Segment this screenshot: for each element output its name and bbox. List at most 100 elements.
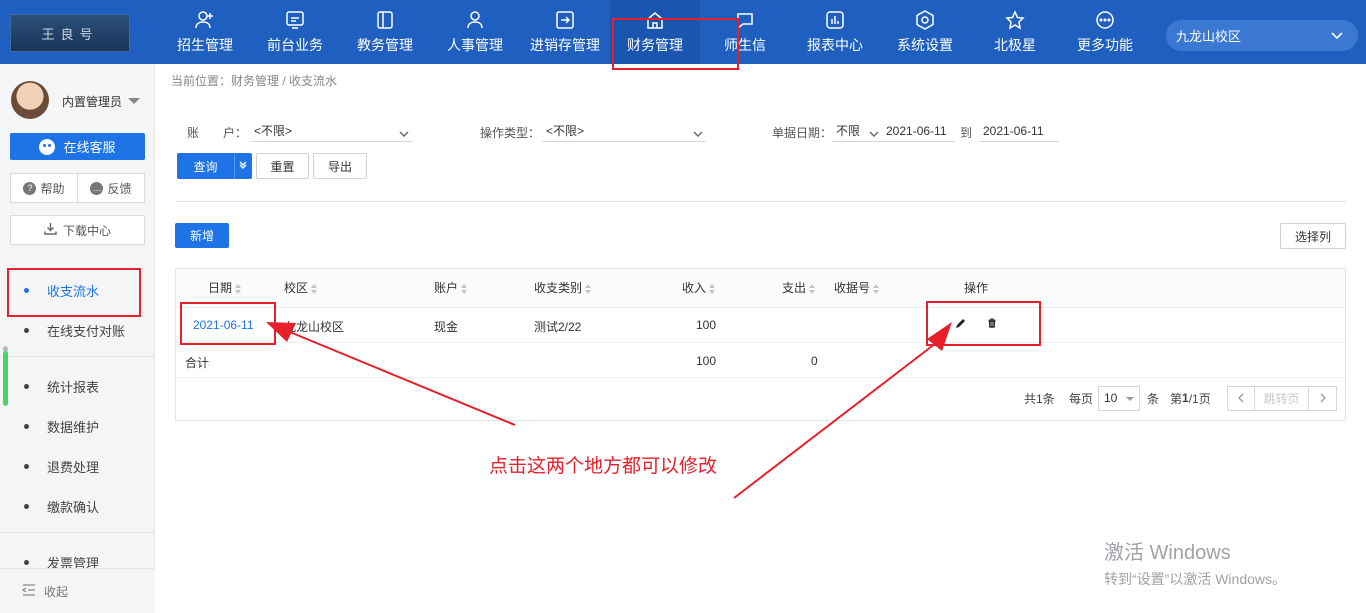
- help-label: 帮助: [40, 181, 65, 196]
- next-page-button[interactable]: [1309, 387, 1336, 410]
- nav-admissions[interactable]: 招生管理: [160, 0, 250, 64]
- collapse-sidebar-button[interactable]: 收起: [0, 568, 155, 613]
- sidebar-item-statistics[interactable]: 统计报表: [0, 366, 155, 406]
- bullet-icon: [24, 424, 29, 429]
- bullet-icon: [24, 504, 29, 509]
- bar-chart-icon: [824, 9, 846, 31]
- nav-hr[interactable]: 人事管理: [430, 0, 520, 64]
- column-header-campus[interactable]: 校区: [284, 269, 318, 307]
- question-icon: ?: [23, 181, 37, 195]
- sidebar-item-label: 统计报表: [47, 379, 100, 395]
- date-to-input[interactable]: 2021-06-11: [979, 120, 1059, 142]
- highlight-date-link: [180, 302, 276, 345]
- online-service-button[interactable]: 在线客服: [10, 133, 145, 160]
- sidebar-scrollbar[interactable]: [3, 351, 8, 406]
- nav-label: 报表中心: [807, 37, 863, 53]
- nav-reports[interactable]: 报表中心: [790, 0, 880, 64]
- sidebar-item-refund[interactable]: 退费处理: [0, 446, 155, 486]
- highlight-finance-nav: [612, 18, 739, 70]
- chevron-down-icon: [868, 125, 880, 147]
- jump-page-input[interactable]: 跳转页: [1255, 387, 1309, 410]
- campus-selector[interactable]: 九龙山校区: [1166, 20, 1358, 51]
- collapse-label: 收起: [44, 584, 69, 599]
- pagination-unit: 条: [1147, 391, 1160, 406]
- nav-front-desk[interactable]: 前台业务: [250, 0, 340, 64]
- page-size-select[interactable]: 10: [1098, 386, 1140, 411]
- divider: [175, 201, 1346, 202]
- annotation-note: 点击这两个地方都可以修改: [489, 456, 718, 477]
- user-name[interactable]: 内置管理员: [62, 93, 122, 110]
- sort-icon: [585, 283, 592, 294]
- nav-more[interactable]: 更多功能: [1060, 0, 1150, 64]
- divider: [0, 356, 155, 357]
- windows-activation-watermark: 激活 Windows 转到“设置”以激活 Windows。: [1104, 536, 1286, 589]
- nav-academic[interactable]: 教务管理: [340, 0, 430, 64]
- smile-icon: [39, 138, 56, 155]
- sort-icon: [709, 283, 716, 294]
- export-button[interactable]: 导出: [313, 153, 367, 179]
- add-button[interactable]: 新增: [175, 223, 229, 248]
- logo[interactable]: 王良号: [10, 14, 130, 52]
- reset-button[interactable]: 重置: [256, 153, 309, 179]
- sort-icon: [461, 283, 468, 294]
- login-box-icon: [554, 9, 576, 31]
- watermark-line-1: 激活 Windows: [1104, 542, 1231, 564]
- op-type-select[interactable]: <不限>: [542, 120, 706, 142]
- date-range-mode-select[interactable]: 不限: [832, 120, 882, 142]
- sidebar-item-label: 缴款确认: [47, 499, 100, 515]
- page-info-prefix: 第: [1170, 391, 1183, 406]
- prev-page-button[interactable]: [1228, 387, 1255, 410]
- chevron-right-icon: [1318, 392, 1328, 406]
- select-columns-button[interactable]: 选择列: [1280, 223, 1346, 249]
- chevron-left-icon: [1236, 392, 1246, 406]
- total-label: 合计: [185, 356, 210, 370]
- sidebar: 内置管理员 在线客服 ? 帮助 … 反馈 下载中心 收支流水 在线支付对账 统计报表…: [0, 64, 155, 613]
- nav-inventory[interactable]: 进销存管理: [520, 0, 610, 64]
- sidebar-item-payment-confirm[interactable]: 缴款确认: [0, 486, 155, 526]
- column-header-receipt[interactable]: 收据号: [834, 269, 880, 307]
- breadcrumb: 当前位置：财务管理 / 收支流水: [171, 74, 338, 88]
- bullet-icon: [24, 328, 29, 333]
- chevron-down-icon: [692, 125, 704, 147]
- page-info-suffix: /1页: [1188, 391, 1211, 406]
- feedback-label: 反馈: [107, 181, 132, 196]
- column-header-label: 收据号: [834, 281, 871, 295]
- column-header-category[interactable]: 收支类别: [534, 269, 592, 307]
- total-expense: 0: [811, 354, 818, 368]
- sort-icon: [873, 283, 880, 294]
- nav-label: 人事管理: [447, 37, 503, 53]
- help-button[interactable]: ? 帮助: [11, 174, 78, 202]
- divider: [0, 532, 155, 533]
- date-from-input[interactable]: 2021-06-11: [882, 120, 955, 142]
- account-select[interactable]: <不限>: [250, 120, 412, 142]
- download-center-button[interactable]: 下载中心: [10, 215, 145, 245]
- watermark-line-2: 转到“设置”以激活 Windows。: [1104, 571, 1287, 587]
- date-range-mode-value: 不限: [836, 124, 861, 138]
- nav-label: 招生管理: [177, 37, 233, 53]
- column-header-label: 收支类别: [534, 281, 583, 295]
- nav-settings[interactable]: 系统设置: [880, 0, 970, 64]
- divider: [176, 307, 1345, 308]
- column-header-income[interactable]: 收入: [682, 269, 716, 307]
- caret-down-icon[interactable]: [128, 98, 140, 104]
- row-account: 现金: [434, 320, 459, 334]
- nav-label: 教务管理: [357, 37, 413, 53]
- avatar[interactable]: [11, 81, 49, 119]
- nav-polaris[interactable]: 北极星: [970, 0, 1060, 64]
- page-current: 1: [1182, 391, 1189, 405]
- reset-label: 重置: [270, 159, 295, 174]
- chevron-down-icon: [398, 125, 410, 147]
- sidebar-item-data-maintenance[interactable]: 数据维护: [0, 406, 155, 446]
- help-feedback-row: ? 帮助 … 反馈: [10, 173, 145, 203]
- account-select-value: <不限>: [254, 124, 293, 138]
- feedback-button[interactable]: … 反馈: [78, 174, 144, 202]
- column-header-account[interactable]: 账户: [434, 269, 468, 307]
- account-filter-label: 账 户：: [187, 126, 248, 140]
- column-header-expense[interactable]: 支出: [782, 269, 816, 307]
- query-dropdown-button[interactable]: [234, 153, 252, 179]
- chevron-down-icon: [1330, 28, 1344, 45]
- table-header: [176, 269, 1345, 307]
- column-header-label: 支出: [782, 281, 807, 295]
- nav-label: 前台业务: [267, 37, 323, 53]
- query-button[interactable]: 查询: [177, 153, 234, 179]
